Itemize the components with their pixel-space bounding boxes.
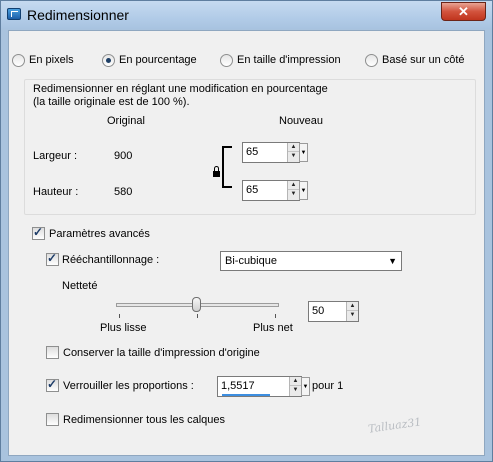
radio-percentage[interactable] [102,54,115,67]
width-original-value: 900 [114,150,133,162]
sharpness-spin-down-icon[interactable]: ▼ [347,311,358,320]
resample-method-select[interactable]: Bi-cubique ▼ [220,251,402,271]
watermark-signature: Talluaz31 [367,415,423,436]
sharpness-label: Netteté [62,280,98,292]
width-spin-down-icon[interactable]: ▼ [288,152,299,161]
checkmark-icon: ✓ [33,225,44,239]
keep-print-size-checkbox[interactable] [46,346,59,359]
dialog-window: Redimensionner ✕ En pixels En pourcentag… [0,0,493,462]
width-percent-input[interactable]: 65 ▲ ▼ ▼ [242,142,308,163]
new-column-header: Nouveau [279,115,324,127]
radio-one-side[interactable] [365,54,378,67]
resize-app-icon [7,8,21,20]
slider-tick [275,314,276,318]
width-dropdown-icon[interactable]: ▼ [299,143,308,162]
original-column-header: Original [107,115,145,127]
resample-label[interactable]: Rééchantillonnage : [62,254,159,266]
close-button[interactable]: ✕ [441,2,486,21]
checkmark-icon: ✓ [47,251,58,265]
height-original-value: 580 [114,186,133,198]
resample-checkbox[interactable]: ✓ [46,251,59,266]
percentage-note: (la taille originale est de 100 %). [33,96,190,108]
ratio-spin-down-icon[interactable]: ▼ [290,386,301,395]
ratio-input-focus-bar [222,394,270,396]
height-dropdown-icon[interactable]: ▼ [299,181,308,200]
height-percent-input[interactable]: 65 ▲ ▼ ▼ [242,180,308,201]
dialog-body: En pixels En pourcentage En taille d'imp… [8,30,485,456]
ratio-suffix: pour 1 [312,380,344,392]
radio-percentage-label[interactable]: En pourcentage [119,54,197,66]
sharpness-spin-up-icon[interactable]: ▲ [347,302,358,311]
sharpness-value-input[interactable]: 50 ▲ ▼ [308,301,359,322]
radio-one-side-label[interactable]: Basé sur un côté [382,54,465,66]
radio-print-size-label[interactable]: En taille d'impression [237,54,341,66]
sharpness-slider-thumb[interactable] [192,297,201,312]
checkmark-icon: ✓ [47,377,58,391]
slider-tick [197,314,198,318]
lock-ratio-label[interactable]: Verrouiller les proportions : [63,380,194,392]
ratio-input[interactable]: 1,5517 ▲ ▼ ▼ [217,376,310,397]
slider-tick [119,314,120,318]
title-bar[interactable]: Redimensionner ✕ [1,1,492,29]
height-spin-up-icon[interactable]: ▲ [288,181,299,190]
link-bracket [222,146,232,188]
resize-all-layers-checkbox[interactable] [46,413,59,426]
lock-ratio-checkbox[interactable]: ✓ [46,377,59,392]
ratio-spin-up-icon[interactable]: ▲ [290,377,301,386]
radio-print-size[interactable] [220,54,233,67]
height-label: Hauteur : [33,186,79,198]
window-title: Redimensionner [27,7,129,23]
radio-pixels[interactable] [12,54,25,67]
advanced-settings-checkbox[interactable]: ✓ [32,225,45,240]
chevron-down-icon: ▼ [388,256,397,266]
percentage-description: Redimensionner en réglant une modificati… [33,83,328,95]
keep-print-size-label[interactable]: Conserver la taille d'impression d'origi… [63,347,260,359]
lock-icon [213,166,220,177]
smoother-label: Plus lisse [100,322,147,334]
height-spin-down-icon[interactable]: ▼ [288,190,299,199]
sharper-label: Plus net [253,322,293,334]
width-label: Largeur : [33,150,78,162]
radio-pixels-label[interactable]: En pixels [29,54,74,66]
advanced-settings-label[interactable]: Paramètres avancés [49,228,150,240]
ratio-dropdown-icon[interactable]: ▼ [301,377,310,396]
resize-all-layers-label[interactable]: Redimensionner tous les calques [63,414,225,426]
percentage-group: Redimensionner en réglant une modificati… [24,79,476,215]
width-spin-up-icon[interactable]: ▲ [288,143,299,152]
